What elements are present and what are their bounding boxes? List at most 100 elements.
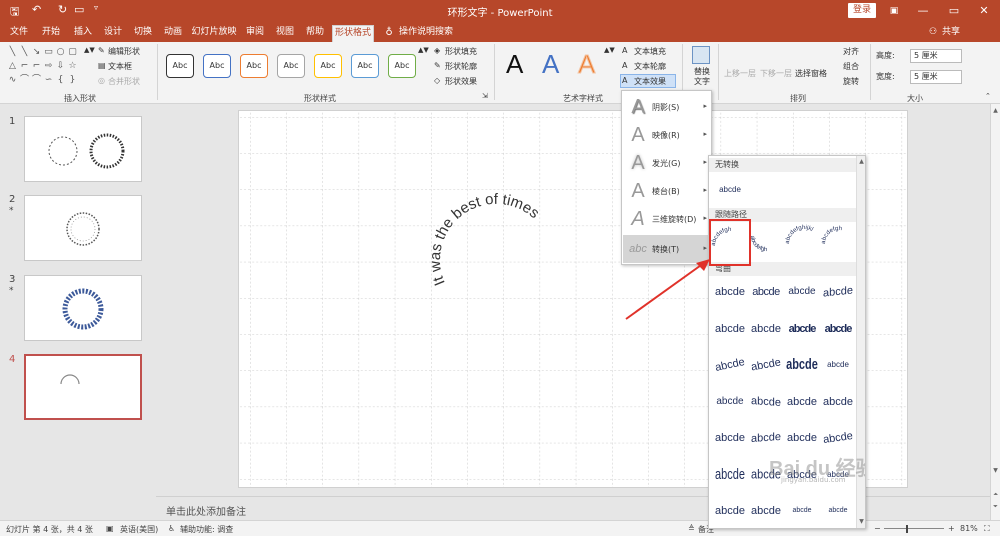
group-button[interactable]: 组合 bbox=[843, 61, 859, 72]
warp-option[interactable]: abcde bbox=[785, 424, 819, 452]
scroll-down-icon[interactable]: ▼ bbox=[857, 517, 865, 526]
edit-shape-button[interactable]: 编辑形状 bbox=[108, 46, 140, 57]
tab-design[interactable]: 设计 bbox=[100, 25, 126, 42]
warp-option[interactable]: abcde bbox=[821, 497, 855, 525]
menu-item-glow[interactable]: A 发光(G) ▸ bbox=[623, 149, 711, 177]
tab-insert[interactable]: 插入 bbox=[70, 25, 96, 42]
zoom-out-icon[interactable]: − bbox=[874, 524, 881, 533]
triangle-shape-icon[interactable]: △ bbox=[8, 62, 17, 71]
collapse-ribbon-icon[interactable]: ⌃ bbox=[985, 92, 991, 100]
height-input[interactable]: 5 厘米 bbox=[910, 49, 962, 63]
slide-thumbnail-3[interactable] bbox=[24, 275, 142, 341]
tab-view[interactable]: 视图 bbox=[272, 25, 298, 42]
slide-thumbnail-2[interactable] bbox=[24, 195, 142, 261]
restore-button[interactable]: ▭ bbox=[944, 2, 964, 20]
wave-shape-icon[interactable]: ∽ bbox=[44, 76, 53, 85]
gallery-scroll-icon[interactable]: ▲▼ bbox=[418, 46, 429, 54]
tab-file[interactable]: 文件 bbox=[6, 25, 32, 42]
bracket-shape-icon[interactable]: ⌐ bbox=[20, 62, 29, 71]
alt-text-button[interactable]: 替换文字 bbox=[691, 67, 713, 87]
rounded-rect-shape-icon[interactable]: ▢ bbox=[68, 48, 77, 57]
warp-option[interactable]: abcde bbox=[785, 315, 819, 343]
shape-style-option[interactable]: Abc bbox=[240, 54, 268, 78]
minimize-button[interactable]: — bbox=[913, 2, 933, 20]
warp-option[interactable]: abcde bbox=[710, 348, 749, 382]
slide-thumbnail-4[interactable] bbox=[24, 354, 142, 420]
path-button-option[interactable]: abcdefgh bbox=[821, 226, 842, 244]
tab-shape-format[interactable]: 形状格式 bbox=[332, 25, 374, 42]
shape-outline-button[interactable]: 形状轮廓 bbox=[445, 61, 477, 72]
spellcheck-icon[interactable]: ▣ bbox=[106, 524, 114, 533]
warp-option[interactable]: abcde bbox=[785, 497, 819, 525]
fit-slide-icon[interactable]: ⛶ bbox=[984, 524, 990, 534]
menu-item-3d-rotation[interactable]: A 三维旋转(D) ▸ bbox=[623, 205, 711, 233]
previous-slide-icon[interactable]: ⏶ bbox=[991, 490, 1000, 499]
path-arch-down-option[interactable]: abcdefgh bbox=[749, 236, 768, 254]
login-button[interactable]: 登录 bbox=[848, 3, 876, 18]
warp-option[interactable]: abcde bbox=[749, 278, 783, 306]
text-effects-button[interactable]: 文本效果 bbox=[634, 76, 666, 87]
accessibility-icon[interactable]: ♿ bbox=[168, 524, 175, 533]
curve-shape-icon[interactable]: ∿ bbox=[8, 76, 17, 85]
tab-home[interactable]: 开始 bbox=[38, 25, 64, 42]
next-slide-icon[interactable]: ⏷ bbox=[991, 502, 1000, 511]
vertical-scrollbar[interactable]: ▲ ▼ ⏶ ⏷ bbox=[990, 104, 1000, 520]
brace-shape-icon[interactable]: } bbox=[68, 76, 77, 85]
send-backward-button[interactable]: 下移一层 bbox=[760, 68, 792, 79]
ribbon-display-icon[interactable]: ▣ bbox=[884, 2, 904, 20]
warp-option[interactable]: abcde bbox=[713, 497, 747, 525]
warp-option[interactable]: abcde bbox=[713, 388, 747, 416]
menu-item-bevel[interactable]: A 棱台(B) ▸ bbox=[623, 177, 711, 205]
warp-option[interactable]: abcde bbox=[785, 347, 819, 383]
selection-pane-button[interactable]: 选择窗格 bbox=[795, 68, 827, 79]
shape-style-option[interactable]: Abc bbox=[388, 54, 416, 78]
tab-review[interactable]: 审阅 bbox=[242, 25, 268, 42]
shape-style-option[interactable]: Abc bbox=[203, 54, 231, 78]
accessibility-status[interactable]: 辅助功能: 调查 bbox=[180, 524, 233, 535]
warp-option[interactable]: abcde bbox=[713, 456, 747, 492]
warp-option[interactable]: abcde bbox=[749, 315, 783, 343]
scroll-down-icon[interactable]: ▼ bbox=[991, 466, 1000, 475]
zoom-slider[interactable] bbox=[884, 528, 944, 529]
align-button[interactable]: 对齐 bbox=[843, 46, 859, 57]
shape-style-option[interactable]: Abc bbox=[277, 54, 305, 78]
warp-option[interactable]: abcde bbox=[785, 278, 819, 306]
bracket-shape-icon[interactable]: ⌐ bbox=[32, 62, 41, 71]
scroll-up-icon[interactable]: ▲ bbox=[857, 157, 865, 166]
shape-effects-button[interactable]: 形状效果 bbox=[445, 76, 477, 87]
text-fill-button[interactable]: 文本填充 bbox=[634, 46, 666, 57]
merge-shapes-button[interactable]: 合并形状 bbox=[108, 76, 140, 87]
arrow-right-shape-icon[interactable]: ⇨ bbox=[44, 62, 53, 71]
menu-item-reflection[interactable]: A 映像(R) ▸ bbox=[623, 121, 711, 149]
tab-slideshow[interactable]: 幻灯片放映 bbox=[190, 25, 238, 42]
close-button[interactable]: ✕ bbox=[974, 2, 994, 20]
star-shape-icon[interactable]: ☆ bbox=[68, 62, 77, 71]
wordart-black-style[interactable]: A bbox=[506, 50, 523, 78]
warp-option[interactable]: abcde bbox=[821, 315, 855, 343]
path-circle-option[interactable]: abcdefghijkl bbox=[785, 225, 814, 244]
oval-shape-icon[interactable]: ○ bbox=[56, 48, 65, 57]
warp-option[interactable]: abcde bbox=[785, 388, 819, 416]
text-outline-button[interactable]: 文本轮廓 bbox=[634, 61, 666, 72]
warp-option[interactable]: abcde bbox=[713, 424, 747, 452]
warp-option[interactable]: abcde bbox=[819, 422, 857, 454]
warp-option[interactable]: abcde bbox=[749, 386, 783, 416]
bring-forward-button[interactable]: 上移一层 bbox=[724, 68, 756, 79]
arrow-shape-icon[interactable]: ↘ bbox=[32, 48, 41, 57]
warp-option[interactable]: abcde bbox=[821, 388, 855, 416]
brace-shape-icon[interactable]: { bbox=[56, 76, 65, 85]
shape-style-option[interactable]: Abc bbox=[166, 54, 194, 78]
share-button[interactable]: 共享 bbox=[940, 25, 962, 42]
wordart-orange-style[interactable]: A bbox=[577, 50, 595, 79]
warp-option[interactable]: abcde bbox=[749, 497, 783, 525]
shape-style-option[interactable]: Abc bbox=[314, 54, 342, 78]
zoom-level[interactable]: 81% bbox=[960, 524, 978, 533]
arrow-down-shape-icon[interactable]: ⇩ bbox=[56, 62, 65, 71]
tab-help[interactable]: 帮助 bbox=[302, 25, 328, 42]
warp-option[interactable]: abcde bbox=[749, 423, 783, 453]
notes-icon[interactable]: ≜ bbox=[688, 524, 695, 533]
warp-option[interactable]: abcde bbox=[821, 351, 855, 379]
tab-animations[interactable]: 动画 bbox=[160, 25, 186, 42]
curve-shape-icon[interactable]: ⌒ bbox=[32, 76, 41, 85]
text-box-button[interactable]: 文本框 bbox=[108, 61, 132, 72]
